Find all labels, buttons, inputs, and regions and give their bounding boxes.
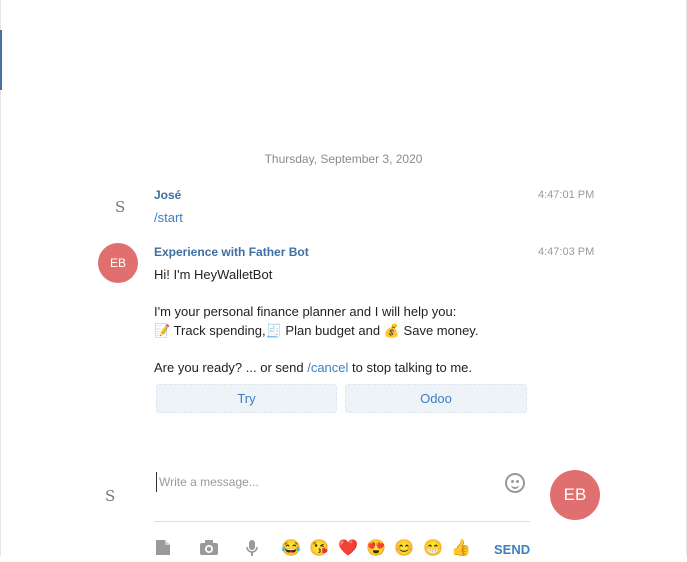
scroll-indicator[interactable] xyxy=(0,30,2,90)
joy-emoji-button[interactable]: 😂 xyxy=(281,538,301,558)
ready-text-end: to stop talking to me. xyxy=(352,360,472,375)
ready-text: Are you ready? ... or send xyxy=(154,360,304,375)
message-greeting: Hi! I'm HeyWalletBot xyxy=(154,267,273,282)
money-bag-emoji-icon: 💰 xyxy=(383,323,400,338)
message-author[interactable]: José xyxy=(154,188,181,202)
microphone-icon[interactable] xyxy=(245,539,259,562)
camera-icon[interactable] xyxy=(199,539,219,561)
send-button[interactable]: SEND xyxy=(494,542,530,557)
grin-emoji-button[interactable]: 😁 xyxy=(423,538,443,558)
feature-save: Save money. xyxy=(403,323,479,338)
current-user-avatar[interactable]: EB xyxy=(550,470,600,520)
message-input[interactable] xyxy=(156,472,501,492)
message-features: 📝 Track spending,🧾 Plan budget and 💰 Sav… xyxy=(154,323,478,339)
kiss-emoji-button[interactable]: 😘 xyxy=(309,538,329,558)
smile-emoji-button[interactable]: 😊 xyxy=(394,538,414,558)
date-separator: Thursday, September 3, 2020 xyxy=(264,152,423,166)
receipt-emoji-icon: 🧾 xyxy=(265,323,282,338)
message-time: 4:47:03 PM xyxy=(538,246,595,258)
heart-emoji-button[interactable]: ❤️ xyxy=(338,538,358,558)
bot-avatar[interactable]: EB xyxy=(98,243,138,283)
user-avatar[interactable]: S xyxy=(115,198,125,216)
odoo-button[interactable]: Odoo xyxy=(345,384,527,413)
message-text[interactable]: /start xyxy=(154,210,183,225)
heart-eyes-emoji-button[interactable]: 😍 xyxy=(366,538,386,558)
message-time: 4:47:01 PM xyxy=(538,189,595,201)
message-ready: Are you ready? ... or send /cancel to st… xyxy=(154,360,472,375)
feature-plan: Plan budget and xyxy=(285,323,381,338)
file-icon[interactable] xyxy=(155,539,171,561)
cancel-command-link[interactable]: /cancel xyxy=(307,360,348,375)
composer-divider xyxy=(154,521,530,522)
message-intro: I'm your personal finance planner and I … xyxy=(154,304,457,319)
thumbs-up-emoji-button[interactable]: 👍 xyxy=(451,538,471,558)
try-button[interactable]: Try xyxy=(156,384,337,413)
composer-avatar: S xyxy=(105,487,116,505)
memo-emoji-icon: 📝 xyxy=(154,323,171,338)
emoji-picker-icon[interactable] xyxy=(505,473,525,493)
message-author[interactable]: Experience with Father Bot xyxy=(154,245,309,259)
feature-track: Track spending, xyxy=(173,323,266,338)
